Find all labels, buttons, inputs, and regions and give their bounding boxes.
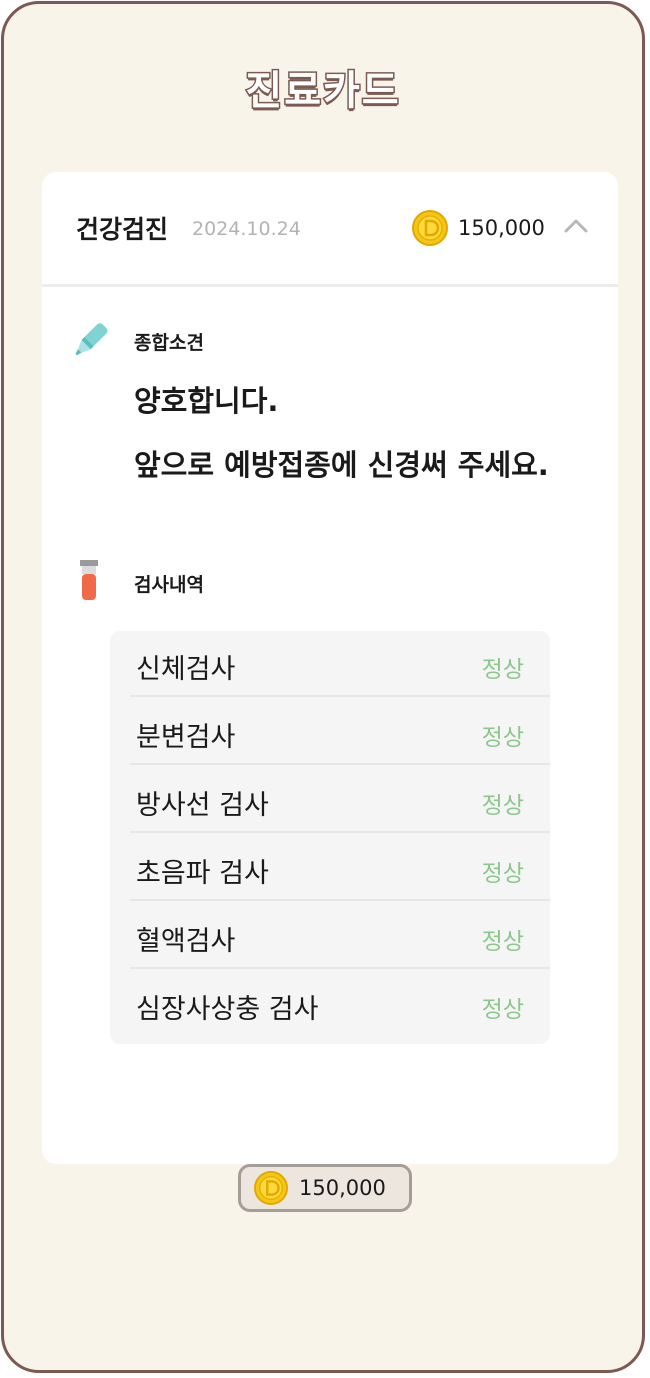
- exam-row: 심장사상충 검사 정상: [130, 971, 550, 1037]
- exam-name: 초음파 검사: [136, 858, 269, 889]
- card-title: 건강검진: [76, 215, 169, 244]
- total-amount-pill: 150,000: [238, 1164, 412, 1212]
- highlighter-pen-icon: [75, 323, 108, 356]
- exam-row: 분변검사 정상: [130, 699, 550, 765]
- opinion-line: 앞으로 예방접종에 신경써 주세요.: [134, 448, 549, 482]
- card-frame: 진료카드 건강검진 2024.10.24 150,000 종합소견 양호합니다.…: [1, 1, 645, 1373]
- exam-row: 신체검사 정상: [130, 631, 550, 697]
- chevron-up-icon[interactable]: [562, 212, 590, 240]
- exam-result: 정상: [481, 861, 524, 887]
- exam-result: 정상: [481, 997, 524, 1023]
- coin-icon: [412, 210, 448, 246]
- exam-list: 신체검사 정상 분변검사 정상 방사선 검사 정상 초음파 검사 정상 혈액검사…: [110, 631, 550, 1044]
- exam-name: 신체검사: [136, 654, 236, 685]
- exam-name: 혈액검사: [136, 926, 236, 957]
- exam-name: 분변검사: [136, 722, 236, 753]
- card-date: 2024.10.24: [192, 218, 301, 240]
- exam-name: 심장사상충 검사: [136, 994, 319, 1025]
- exam-result: 정상: [481, 657, 524, 683]
- test-tube-icon: [80, 560, 98, 600]
- exam-result: 정상: [481, 725, 524, 751]
- card-header[interactable]: 건강검진 2024.10.24 150,000: [42, 172, 618, 287]
- page-title: 진료카드: [244, 67, 401, 116]
- exam-row: 초음파 검사 정상: [130, 835, 550, 901]
- total-amount: 150,000: [299, 1176, 386, 1200]
- exams-label: 검사내역: [134, 574, 204, 596]
- exam-row: 방사선 검사 정상: [130, 767, 550, 833]
- exam-name: 방사선 검사: [136, 790, 269, 821]
- exam-result: 정상: [481, 793, 524, 819]
- medical-record-card: 건강검진 2024.10.24 150,000 종합소견 양호합니다. 앞으로: [42, 172, 618, 1164]
- opinion-label: 종합소견: [134, 332, 204, 354]
- card-amount: 150,000: [458, 216, 545, 240]
- exam-result: 정상: [481, 929, 524, 955]
- exam-row: 혈액검사 정상: [130, 903, 550, 969]
- opinion-line: 양호합니다.: [134, 384, 279, 418]
- coin-icon: [254, 1171, 288, 1205]
